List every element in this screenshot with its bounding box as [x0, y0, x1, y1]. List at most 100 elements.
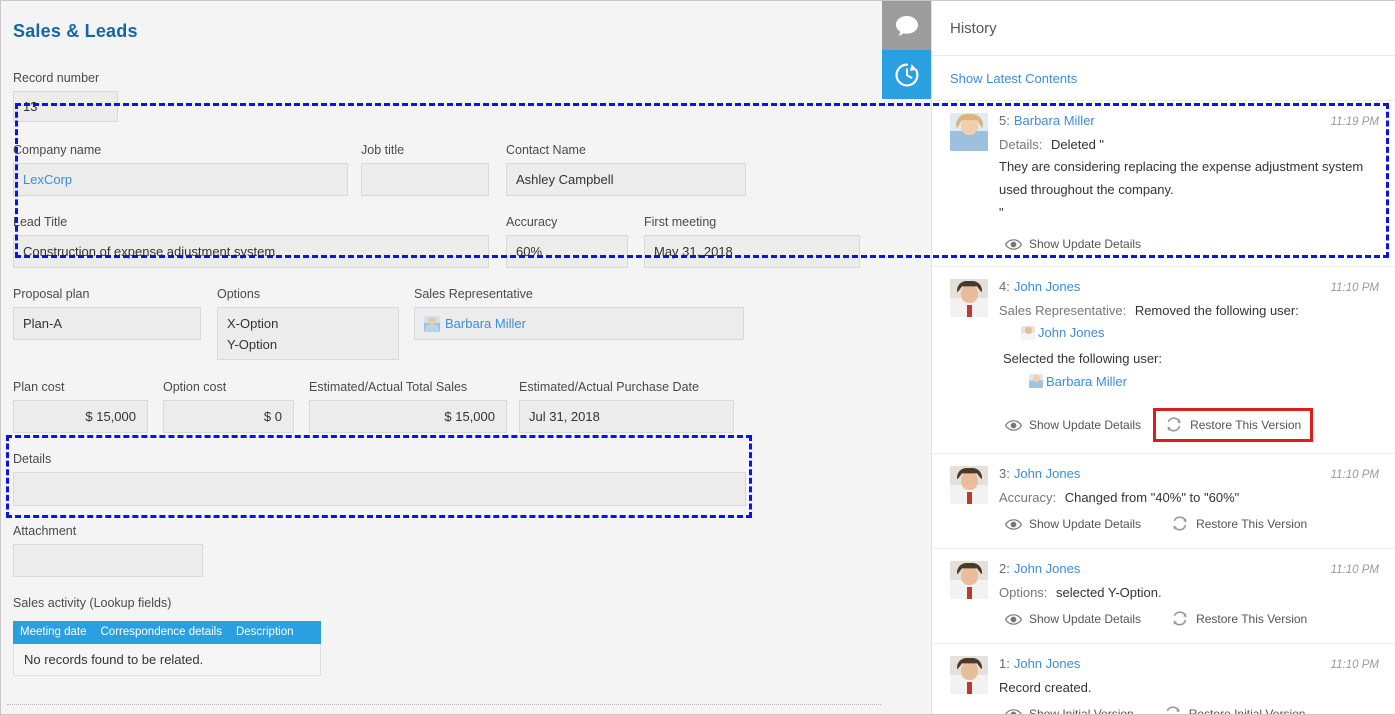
show-update-details-button[interactable]: Show Update Details	[999, 513, 1147, 535]
field-first-meeting[interactable]: May 31, 2018	[644, 235, 860, 268]
entry-number: 5:	[999, 113, 1010, 128]
restore-initial-version-label: Restore Initial Version	[1189, 707, 1306, 714]
field-accuracy[interactable]: 60%	[506, 235, 628, 268]
field-job-title[interactable]	[361, 163, 489, 196]
removed-user-name[interactable]: John Jones	[1038, 322, 1105, 343]
entry-change-text: Record created.	[999, 680, 1092, 695]
restore-this-version-button[interactable]: Restore This Version	[1165, 606, 1313, 632]
field-lead-title[interactable]: Construction of expense adjustment syste…	[13, 235, 489, 268]
entry-user-link[interactable]: Barbara Miller	[1014, 113, 1095, 128]
selected-user-name[interactable]: Barbara Miller	[1046, 371, 1127, 392]
user-avatar-icon	[424, 316, 440, 332]
label-purchase-date: Estimated/Actual Purchase Date	[519, 380, 699, 394]
label-options: Options	[217, 287, 260, 301]
field-proposal-plan[interactable]: Plan-A	[13, 307, 201, 340]
show-update-details-button[interactable]: Show Update Details	[999, 608, 1147, 630]
field-option-cost[interactable]: $ 0	[163, 400, 294, 433]
eye-icon	[1005, 709, 1022, 715]
table-empty-message: No records found to be related.	[13, 644, 321, 676]
field-total-sales[interactable]: $ 15,000	[309, 400, 507, 433]
field-details[interactable]	[13, 472, 746, 506]
table-header-row: Meeting date Correspondence details Desc…	[13, 621, 321, 644]
restore-initial-version-button[interactable]: Restore Initial Version	[1158, 701, 1312, 714]
avatar	[950, 561, 988, 599]
user-avatar-icon	[1029, 374, 1043, 388]
label-first-meeting: First meeting	[644, 215, 716, 229]
entry-change-text: Deleted "	[1051, 137, 1104, 152]
panel-bottom-divider	[7, 704, 887, 705]
field-company-name[interactable]: LexCorp	[13, 163, 348, 196]
field-record-number[interactable]: 13	[13, 91, 118, 122]
label-sales-activity: Sales activity (Lookup fields)	[13, 596, 171, 610]
sales-rep-user-chip[interactable]: Barbara Miller	[424, 314, 526, 334]
sales-rep-name[interactable]: Barbara Miller	[445, 314, 526, 334]
entry-number: 3:	[999, 466, 1010, 481]
label-details: Details	[13, 452, 51, 466]
label-accuracy: Accuracy	[506, 215, 557, 229]
label-option-cost: Option cost	[163, 380, 226, 394]
restore-this-version-button[interactable]: Restore This Version	[1153, 408, 1313, 442]
entry-body-line: "	[999, 202, 1379, 223]
entry-change-text: selected Y-Option.	[1056, 585, 1162, 600]
entry-user-link[interactable]: John Jones	[1014, 466, 1081, 481]
entry-user-link[interactable]: John Jones	[1014, 279, 1081, 294]
field-purchase-date[interactable]: Jul 31, 2018	[519, 400, 734, 433]
user-avatar-icon	[1021, 326, 1035, 340]
entry-number: 1:	[999, 656, 1010, 671]
entry-body-line: used throughout the company.	[999, 179, 1379, 200]
restore-icon	[1171, 515, 1189, 533]
field-plan-cost[interactable]: $ 15,000	[13, 400, 148, 433]
restore-this-version-label: Restore This Version	[1196, 612, 1307, 626]
label-job-title: Job title	[361, 143, 404, 157]
column-meeting-date: Meeting date	[13, 626, 94, 638]
entry-body-line: They are considering replacing the expen…	[999, 156, 1379, 177]
show-update-details-label: Show Update Details	[1029, 418, 1141, 432]
label-attachment: Attachment	[13, 524, 76, 538]
entry-field-label: Sales Representative:	[999, 303, 1126, 318]
label-proposal-plan: Proposal plan	[13, 287, 89, 301]
field-contact-name[interactable]: Ashley Campbell	[506, 163, 746, 196]
label-plan-cost: Plan cost	[13, 380, 64, 394]
history-entry: 1: John Jones 11:10 PM Record created.	[932, 643, 1395, 714]
entry-change-text: Removed the following user:	[1135, 303, 1299, 318]
field-options[interactable]: X-Option Y-Option	[217, 307, 399, 360]
history-entry: 3: John Jones 11:10 PM Accuracy: Changed…	[932, 453, 1395, 548]
comments-tab-button[interactable]	[882, 1, 931, 50]
entry-timestamp: 11:10 PM	[1331, 659, 1379, 671]
show-initial-version-button[interactable]: Show Initial Version	[999, 703, 1140, 714]
label-record-number: Record number	[13, 71, 99, 85]
field-attachment[interactable]	[13, 544, 203, 577]
selected-user-chip[interactable]: Barbara Miller	[1029, 371, 1127, 392]
restore-this-version-button[interactable]: Restore This Version	[1165, 511, 1313, 537]
history-entry: 4: John Jones 11:10 PM Sales Representat…	[932, 266, 1395, 453]
label-total-sales: Estimated/Actual Total Sales	[309, 380, 467, 394]
entry-number: 4:	[999, 279, 1010, 294]
entry-number: 2:	[999, 561, 1010, 576]
entry-change-text: Changed from "40%" to "60%"	[1065, 490, 1240, 505]
eye-icon	[1005, 239, 1022, 250]
history-entry: 5: Barbara Miller 11:19 PM Details: Dele…	[932, 100, 1395, 266]
column-description: Description	[229, 626, 301, 638]
show-update-details-label: Show Update Details	[1029, 612, 1141, 626]
comment-bubble-icon	[895, 15, 919, 37]
show-update-details-button[interactable]: Show Update Details	[999, 233, 1147, 255]
entry-timestamp: 11:10 PM	[1331, 564, 1379, 576]
sales-activity-table: Meeting date Correspondence details Desc…	[13, 621, 321, 676]
entry-user-link[interactable]: John Jones	[1014, 656, 1081, 671]
removed-user-chip[interactable]: John Jones	[1021, 322, 1105, 343]
history-tab-button[interactable]	[882, 50, 931, 99]
label-contact-name: Contact Name	[506, 143, 586, 157]
avatar	[950, 113, 988, 151]
show-update-details-button[interactable]: Show Update Details	[999, 414, 1147, 436]
app-window: Sales & Leads Record number 13 Company n…	[0, 0, 1395, 715]
history-panel: History Show Latest Contents 5: Barbara …	[931, 1, 1395, 714]
entry-user-link[interactable]: John Jones	[1014, 561, 1081, 576]
record-form-panel: Sales & Leads Record number 13 Company n…	[1, 1, 897, 714]
field-sales-representative[interactable]: Barbara Miller	[414, 307, 744, 340]
entry-timestamp: 11:10 PM	[1331, 469, 1379, 481]
show-update-details-label: Show Update Details	[1029, 517, 1141, 531]
show-latest-contents-link[interactable]: Show Latest Contents	[932, 56, 1395, 100]
restore-icon	[1165, 416, 1183, 434]
restore-this-version-label: Restore This Version	[1190, 418, 1301, 432]
restore-icon	[1171, 610, 1189, 628]
